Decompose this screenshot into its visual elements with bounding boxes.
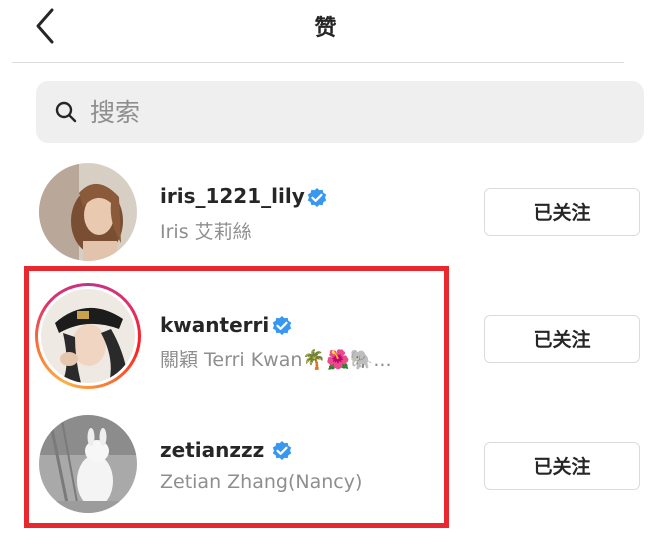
search-bar[interactable] (36, 81, 644, 143)
full-name: Iris 艾莉絲 (160, 221, 252, 243)
header-divider (12, 62, 624, 63)
avatar[interactable] (39, 163, 137, 261)
following-button[interactable]: 已关注 (484, 188, 640, 236)
username[interactable]: iris_1221_lily (160, 184, 305, 208)
verified-badge-icon (307, 188, 327, 207)
page-title: 赞 (314, 16, 338, 41)
highlight-annotation-box (24, 266, 449, 528)
following-button[interactable]: 已关注 (484, 442, 640, 490)
list-item: iris_1221_lily Iris 艾莉絲 已关注 (0, 160, 652, 265)
search-icon (55, 101, 77, 123)
search-input[interactable] (90, 91, 610, 133)
following-button[interactable]: 已关注 (484, 315, 640, 363)
